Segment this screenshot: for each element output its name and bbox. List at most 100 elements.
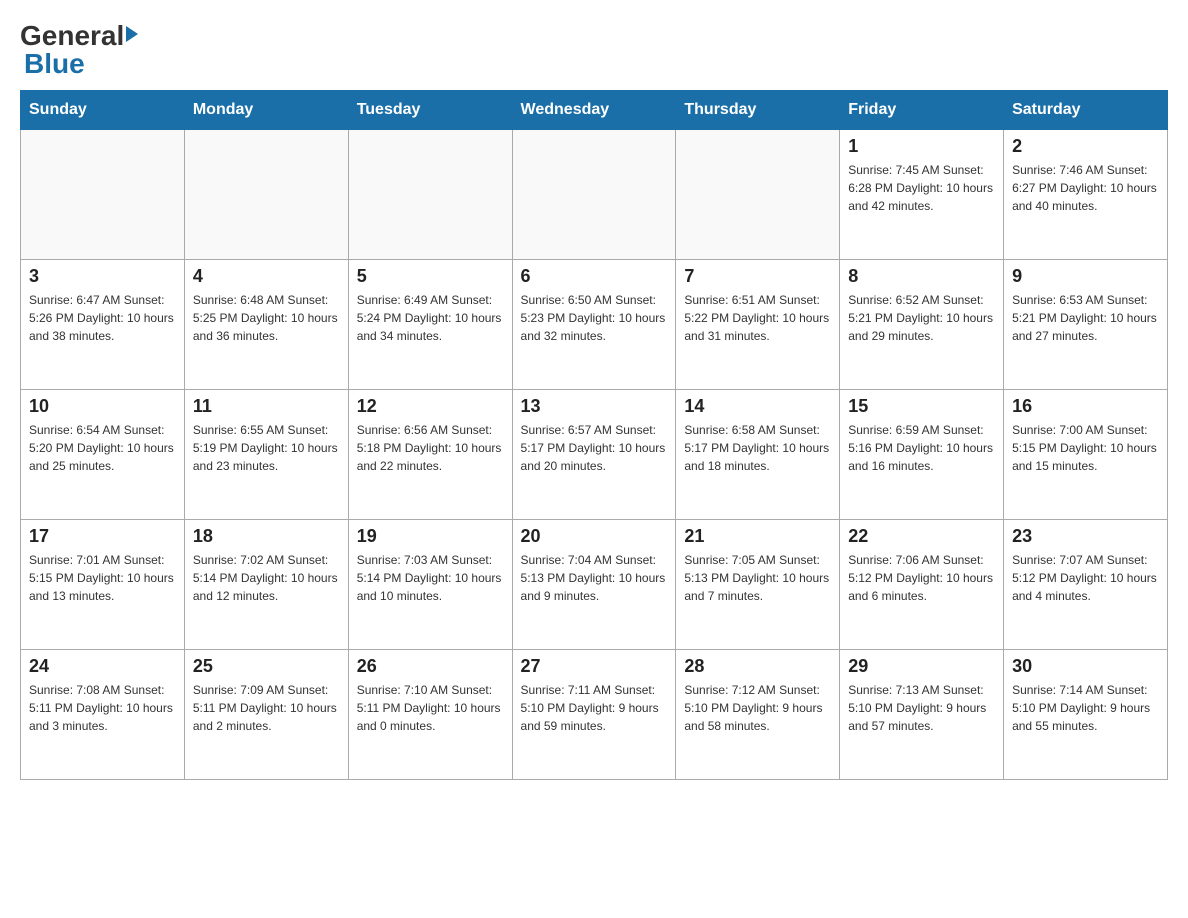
day-info: Sunrise: 7:01 AM Sunset: 5:15 PM Dayligh… <box>29 551 176 605</box>
calendar-cell: 24 Sunrise: 7:08 AM Sunset: 5:11 PM Dayli… <box>21 650 185 780</box>
day-number: 24 <box>29 656 176 677</box>
day-info: Sunrise: 6:59 AM Sunset: 5:16 PM Dayligh… <box>848 421 995 475</box>
calendar-cell: 10 Sunrise: 6:54 AM Sunset: 5:20 PM Dayli… <box>21 390 185 520</box>
weekday-header-sunday: Sunday <box>21 91 185 130</box>
day-number: 2 <box>1012 136 1159 157</box>
calendar-cell: 20 Sunrise: 7:04 AM Sunset: 5:13 PM Dayli… <box>512 520 676 650</box>
calendar-cell: 29 Sunrise: 7:13 AM Sunset: 5:10 PM Dayli… <box>840 650 1004 780</box>
day-info: Sunrise: 7:14 AM Sunset: 5:10 PM Dayligh… <box>1012 681 1159 735</box>
day-number: 20 <box>521 526 668 547</box>
calendar-cell: 1 Sunrise: 7:45 AM Sunset: 6:28 PM Daylig… <box>840 130 1004 260</box>
day-number: 30 <box>1012 656 1159 677</box>
calendar-cell: 9 Sunrise: 6:53 AM Sunset: 5:21 PM Daylig… <box>1004 260 1168 390</box>
day-info: Sunrise: 6:50 AM Sunset: 5:23 PM Dayligh… <box>521 291 668 345</box>
calendar-cell: 16 Sunrise: 7:00 AM Sunset: 5:15 PM Dayli… <box>1004 390 1168 520</box>
day-number: 17 <box>29 526 176 547</box>
calendar-cell: 13 Sunrise: 6:57 AM Sunset: 5:17 PM Dayli… <box>512 390 676 520</box>
calendar-cell: 25 Sunrise: 7:09 AM Sunset: 5:11 PM Dayli… <box>184 650 348 780</box>
calendar-cell: 23 Sunrise: 7:07 AM Sunset: 5:12 PM Dayli… <box>1004 520 1168 650</box>
day-info: Sunrise: 7:46 AM Sunset: 6:27 PM Dayligh… <box>1012 161 1159 215</box>
calendar-cell: 22Sunrise: 7:06 AM Sunset: 5:12 PM Dayli… <box>840 520 1004 650</box>
calendar-cell: 21 Sunrise: 7:05 AM Sunset: 5:13 PM Dayli… <box>676 520 840 650</box>
day-info: Sunrise: 7:02 AM Sunset: 5:14 PM Dayligh… <box>193 551 340 605</box>
day-number: 23 <box>1012 526 1159 547</box>
calendar-cell: 27Sunrise: 7:11 AM Sunset: 5:10 PM Dayli… <box>512 650 676 780</box>
day-number: 19 <box>357 526 504 547</box>
day-info: Sunrise: 6:53 AM Sunset: 5:21 PM Dayligh… <box>1012 291 1159 345</box>
day-number: 1 <box>848 136 995 157</box>
calendar-cell: 5Sunrise: 6:49 AM Sunset: 5:24 PM Daylig… <box>348 260 512 390</box>
day-info: Sunrise: 7:03 AM Sunset: 5:14 PM Dayligh… <box>357 551 504 605</box>
day-info: Sunrise: 7:08 AM Sunset: 5:11 PM Dayligh… <box>29 681 176 735</box>
calendar-cell <box>21 130 185 260</box>
day-info: Sunrise: 7:09 AM Sunset: 5:11 PM Dayligh… <box>193 681 340 735</box>
logo-blue-text: Blue <box>24 48 85 80</box>
day-info: Sunrise: 6:48 AM Sunset: 5:25 PM Dayligh… <box>193 291 340 345</box>
page-header: General Blue <box>20 20 1168 80</box>
calendar-cell: 26 Sunrise: 7:10 AM Sunset: 5:11 PM Dayli… <box>348 650 512 780</box>
calendar-cell: 2 Sunrise: 7:46 AM Sunset: 6:27 PM Daylig… <box>1004 130 1168 260</box>
calendar-cell <box>184 130 348 260</box>
calendar-cell: 6 Sunrise: 6:50 AM Sunset: 5:23 PM Daylig… <box>512 260 676 390</box>
day-number: 9 <box>1012 266 1159 287</box>
day-info: Sunrise: 7:12 AM Sunset: 5:10 PM Dayligh… <box>684 681 831 735</box>
day-number: 16 <box>1012 396 1159 417</box>
day-info: Sunrise: 6:54 AM Sunset: 5:20 PM Dayligh… <box>29 421 176 475</box>
day-info: Sunrise: 7:00 AM Sunset: 5:15 PM Dayligh… <box>1012 421 1159 475</box>
calendar-week-row: 17 Sunrise: 7:01 AM Sunset: 5:15 PM Dayli… <box>21 520 1168 650</box>
day-number: 6 <box>521 266 668 287</box>
logo: General Blue <box>20 20 138 80</box>
day-info: Sunrise: 7:10 AM Sunset: 5:11 PM Dayligh… <box>357 681 504 735</box>
calendar-cell: 11Sunrise: 6:55 AM Sunset: 5:19 PM Dayli… <box>184 390 348 520</box>
day-number: 26 <box>357 656 504 677</box>
day-number: 15 <box>848 396 995 417</box>
calendar-week-row: 24 Sunrise: 7:08 AM Sunset: 5:11 PM Dayli… <box>21 650 1168 780</box>
day-number: 13 <box>521 396 668 417</box>
day-info: Sunrise: 7:04 AM Sunset: 5:13 PM Dayligh… <box>521 551 668 605</box>
day-number: 10 <box>29 396 176 417</box>
day-number: 18 <box>193 526 340 547</box>
calendar-cell: 12 Sunrise: 6:56 AM Sunset: 5:18 PM Dayli… <box>348 390 512 520</box>
day-info: Sunrise: 7:07 AM Sunset: 5:12 PM Dayligh… <box>1012 551 1159 605</box>
calendar-cell: 8Sunrise: 6:52 AM Sunset: 5:21 PM Daylig… <box>840 260 1004 390</box>
day-info: Sunrise: 6:49 AM Sunset: 5:24 PM Dayligh… <box>357 291 504 345</box>
day-info: Sunrise: 7:05 AM Sunset: 5:13 PM Dayligh… <box>684 551 831 605</box>
calendar-cell: 14Sunrise: 6:58 AM Sunset: 5:17 PM Dayli… <box>676 390 840 520</box>
calendar-cell: 3 Sunrise: 6:47 AM Sunset: 5:26 PM Daylig… <box>21 260 185 390</box>
weekday-header-friday: Friday <box>840 91 1004 130</box>
calendar-cell: 19 Sunrise: 7:03 AM Sunset: 5:14 PM Dayli… <box>348 520 512 650</box>
weekday-header-wednesday: Wednesday <box>512 91 676 130</box>
calendar-cell: 28Sunrise: 7:12 AM Sunset: 5:10 PM Dayli… <box>676 650 840 780</box>
calendar-week-row: 3 Sunrise: 6:47 AM Sunset: 5:26 PM Daylig… <box>21 260 1168 390</box>
weekday-header-thursday: Thursday <box>676 91 840 130</box>
calendar-cell: 4 Sunrise: 6:48 AM Sunset: 5:25 PM Daylig… <box>184 260 348 390</box>
day-number: 4 <box>193 266 340 287</box>
day-number: 21 <box>684 526 831 547</box>
weekday-header-monday: Monday <box>184 91 348 130</box>
calendar-table: SundayMondayTuesdayWednesdayThursdayFrid… <box>20 90 1168 780</box>
day-number: 11 <box>193 396 340 417</box>
calendar-cell <box>676 130 840 260</box>
calendar-cell <box>348 130 512 260</box>
day-info: Sunrise: 7:13 AM Sunset: 5:10 PM Dayligh… <box>848 681 995 735</box>
day-number: 3 <box>29 266 176 287</box>
day-info: Sunrise: 6:57 AM Sunset: 5:17 PM Dayligh… <box>521 421 668 475</box>
calendar-cell: 17 Sunrise: 7:01 AM Sunset: 5:15 PM Dayli… <box>21 520 185 650</box>
calendar-week-row: 1 Sunrise: 7:45 AM Sunset: 6:28 PM Daylig… <box>21 130 1168 260</box>
day-number: 25 <box>193 656 340 677</box>
day-info: Sunrise: 6:51 AM Sunset: 5:22 PM Dayligh… <box>684 291 831 345</box>
day-number: 29 <box>848 656 995 677</box>
calendar-header-row: SundayMondayTuesdayWednesdayThursdayFrid… <box>21 91 1168 130</box>
day-info: Sunrise: 6:47 AM Sunset: 5:26 PM Dayligh… <box>29 291 176 345</box>
day-number: 7 <box>684 266 831 287</box>
calendar-cell: 30 Sunrise: 7:14 AM Sunset: 5:10 PM Dayli… <box>1004 650 1168 780</box>
day-info: Sunrise: 7:45 AM Sunset: 6:28 PM Dayligh… <box>848 161 995 215</box>
day-number: 14 <box>684 396 831 417</box>
day-number: 27 <box>521 656 668 677</box>
calendar-cell <box>512 130 676 260</box>
day-number: 8 <box>848 266 995 287</box>
day-info: Sunrise: 6:56 AM Sunset: 5:18 PM Dayligh… <box>357 421 504 475</box>
calendar-cell: 7 Sunrise: 6:51 AM Sunset: 5:22 PM Daylig… <box>676 260 840 390</box>
weekday-header-saturday: Saturday <box>1004 91 1168 130</box>
day-number: 12 <box>357 396 504 417</box>
